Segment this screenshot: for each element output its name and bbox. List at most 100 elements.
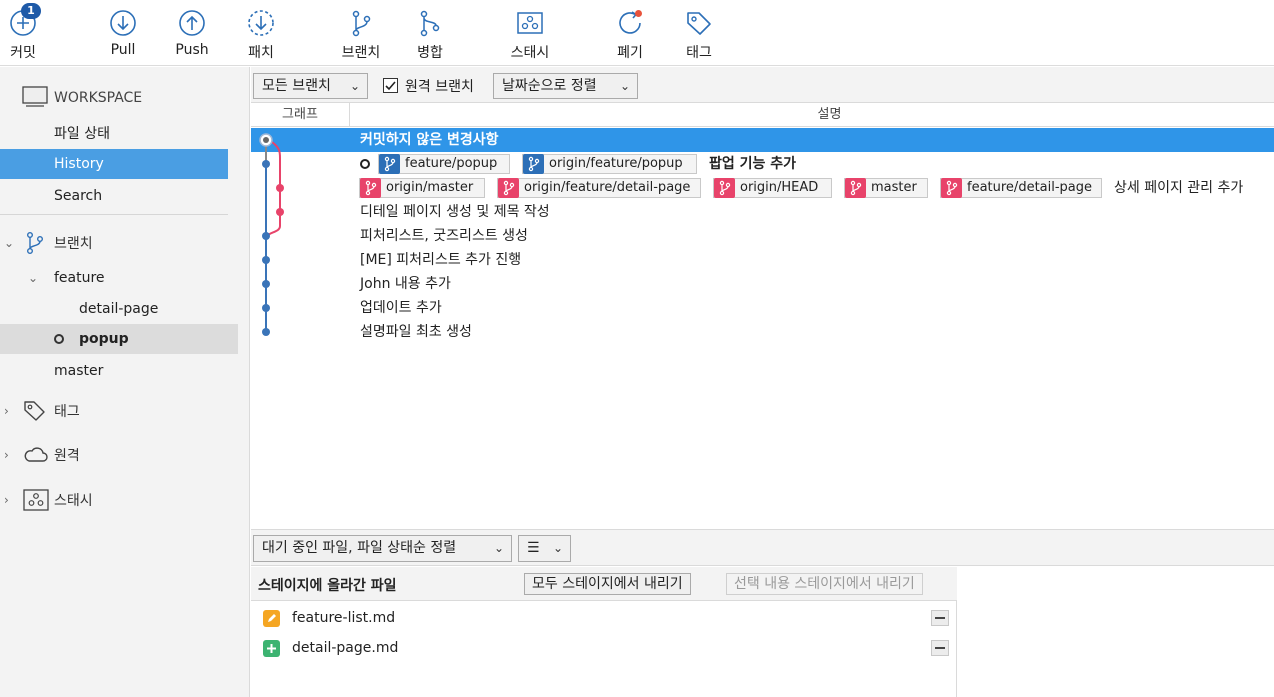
unstage-selected-button[interactable]: 선택 내용 스테이지에서 내리기: [726, 573, 923, 595]
chevron-right-icon[interactable]: ›: [4, 448, 9, 462]
commit-row[interactable]: 업데이트 추가: [251, 296, 1274, 320]
commit-row[interactable]: 디테일 페이지 생성 및 제목 작성: [251, 200, 1274, 224]
branch-filter-value: 모든 브랜치: [262, 78, 331, 94]
branches-title: 브랜치: [54, 236, 93, 252]
branch-filter-dropdown[interactable]: 모든 브랜치 ⌄: [253, 73, 368, 99]
commit-count-badge: 1: [21, 3, 41, 19]
column-header-description[interactable]: 설명: [351, 103, 1274, 127]
discard-button[interactable]: 폐기: [598, 0, 662, 66]
file-sort-dropdown[interactable]: 대기 중인 파일, 파일 상태순 정렬 ⌄: [253, 535, 512, 562]
sidebar-item-search[interactable]: Search: [0, 181, 250, 211]
list-icon: ☰: [527, 540, 540, 556]
sidebar-item-file-status[interactable]: 파일 상태: [0, 118, 250, 148]
tag-button[interactable]: 태그: [667, 0, 731, 66]
graph-commit-node[interactable]: [262, 232, 270, 240]
commit-message: 커밋하지 않은 변경사항: [360, 132, 499, 148]
branch-tag[interactable]: origin/master: [359, 178, 485, 198]
sidebar-branch-popup[interactable]: popup: [0, 324, 238, 354]
commit-row[interactable]: [ME] 피처리스트 추가 진행: [251, 248, 1274, 272]
staged-file-row[interactable]: detail-page.md: [251, 633, 957, 663]
commit-message: [ME] 피처리스트 추가 진행: [360, 252, 522, 268]
graph-commit-node[interactable]: [262, 304, 270, 312]
discard-label: 폐기: [617, 45, 643, 61]
graph-commit-node[interactable]: [276, 184, 284, 192]
graph-commit-node[interactable]: [262, 280, 270, 288]
push-button[interactable]: Push: [160, 0, 224, 66]
graph-commit-node[interactable]: [276, 208, 284, 216]
branch-tag[interactable]: feature/detail-page: [940, 178, 1102, 198]
sidebar: WORKSPACE 파일 상태 History Search ⌄ 브랜치 ⌄ f…: [0, 67, 250, 697]
graph-commit-node[interactable]: [262, 256, 270, 264]
commit-row[interactable]: 피처리스트, 굿즈리스트 생성: [251, 224, 1274, 248]
commit-message: John 내용 추가: [360, 276, 451, 292]
stashes-header[interactable]: › 스태시: [0, 485, 250, 515]
commit-row[interactable]: origin/master origin/feature/detail-page…: [251, 176, 1274, 200]
sort-dropdown[interactable]: 날짜순으로 정렬 ⌄: [493, 73, 638, 99]
file-sort-value: 대기 중인 파일, 파일 상태순 정렬: [262, 540, 457, 556]
stash-icon: [23, 489, 49, 511]
workspace-header[interactable]: WORKSPACE: [0, 83, 250, 113]
staged-files-title: 스테이지에 올라간 파일: [258, 578, 397, 594]
commit-row[interactable]: feature/popup origin/feature/popup 팝업 기능…: [251, 152, 1274, 176]
branch-tag[interactable]: origin/feature/popup: [522, 154, 697, 174]
file-name: detail-page.md: [292, 640, 399, 656]
toolbar: 1 커밋 Pull Push 패치 브랜치 병합 스태시 폐기 태그: [0, 0, 1274, 66]
chevron-right-icon[interactable]: ›: [4, 493, 9, 507]
remotes-header[interactable]: › 원격: [0, 440, 250, 470]
commit-row[interactable]: John 내용 추가: [251, 272, 1274, 296]
branch-icon: [714, 178, 735, 198]
commit-message: 디테일 페이지 생성 및 제목 작성: [360, 204, 550, 220]
chevron-down-icon[interactable]: ⌄: [4, 236, 14, 250]
sidebar-item-label: History: [54, 156, 104, 172]
unstage-file-button[interactable]: [931, 610, 949, 626]
tag-icon: [687, 12, 711, 35]
branch-tag-label: master: [871, 180, 917, 195]
branch-tag[interactable]: origin/HEAD: [713, 178, 832, 198]
branch-group-feature[interactable]: ⌄ feature: [0, 263, 250, 293]
chevron-down-icon: ⌄: [493, 541, 504, 555]
unstage-file-button[interactable]: [931, 640, 949, 656]
branch-label: popup: [79, 331, 129, 347]
patch-button[interactable]: 패치: [229, 0, 293, 66]
show-remote-label[interactable]: 원격 브랜치: [405, 76, 474, 96]
tags-header[interactable]: › 태그: [0, 396, 250, 426]
sidebar-item-history[interactable]: History: [0, 149, 228, 179]
commit-row[interactable]: 커밋하지 않은 변경사항: [251, 128, 1274, 152]
stash-icon: [517, 12, 543, 34]
staged-file-list: feature-list.md detail-page.md: [251, 601, 957, 697]
branch-icon: [27, 232, 43, 255]
branches-header[interactable]: ⌄ 브랜치: [0, 228, 250, 258]
push-label: Push: [175, 42, 209, 58]
view-mode-dropdown[interactable]: ☰ ⌄: [518, 535, 571, 562]
staged-file-row[interactable]: feature-list.md: [251, 603, 957, 633]
arrow-down-circle-icon: [110, 10, 136, 36]
sidebar-branch-master[interactable]: master: [0, 356, 250, 386]
sort-value: 날짜순으로 정렬: [502, 78, 597, 94]
remotes-title: 원격: [54, 448, 80, 464]
chevron-down-icon[interactable]: ⌄: [28, 271, 38, 285]
chevron-down-icon: ⌄: [552, 541, 563, 555]
merge-label: 병합: [417, 45, 443, 61]
branch-tag[interactable]: feature/popup: [378, 154, 510, 174]
stash-button[interactable]: 스태시: [498, 0, 562, 66]
graph-uncommitted-node-core: [263, 137, 269, 143]
branch-tag[interactable]: master: [844, 178, 928, 198]
branch-button[interactable]: 브랜치: [329, 0, 393, 66]
merge-button[interactable]: 병합: [398, 0, 462, 66]
branch-icon: [379, 154, 400, 174]
show-remote-checkbox[interactable]: [383, 78, 398, 93]
commit-row[interactable]: 설명파일 최초 생성: [251, 320, 1274, 344]
chevron-right-icon[interactable]: ›: [4, 404, 9, 418]
graph-commit-node[interactable]: [262, 328, 270, 336]
branch-icon: [352, 10, 371, 37]
branch-icon: [360, 178, 381, 198]
commit-button[interactable]: 1 커밋: [0, 0, 55, 66]
graph-commit-node[interactable]: [262, 160, 270, 168]
branch-tag[interactable]: origin/feature/detail-page: [497, 178, 701, 198]
column-header-graph[interactable]: 그래프: [251, 103, 350, 127]
pull-button[interactable]: Pull: [91, 0, 155, 66]
pull-label: Pull: [110, 42, 136, 58]
sidebar-branch-detail-page[interactable]: detail-page: [0, 294, 250, 324]
unstage-all-button[interactable]: 모두 스테이지에서 내리기: [524, 573, 691, 595]
discard-indicator-dot: [635, 10, 642, 17]
